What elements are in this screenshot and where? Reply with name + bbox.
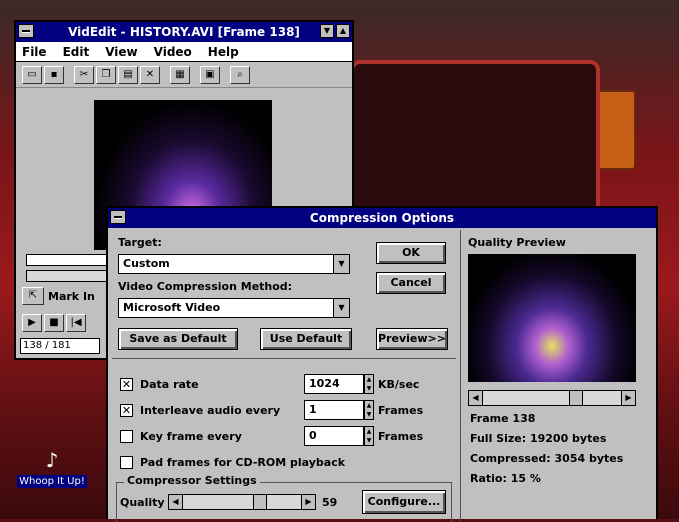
- play-icon[interactable]: ▶: [22, 314, 42, 332]
- system-menu-icon[interactable]: [110, 210, 126, 224]
- dialog-title-bar[interactable]: Compression Options: [108, 208, 656, 228]
- quality-preview-title: Quality Preview: [468, 236, 566, 249]
- zoom-icon[interactable]: ⌕: [230, 65, 250, 84]
- maximize-icon[interactable]: ▲: [336, 24, 350, 38]
- mark-row: ⇱ Mark In: [22, 286, 95, 306]
- method-value: Microsoft Video: [123, 301, 221, 314]
- preview-divider: [460, 230, 461, 521]
- save-icon[interactable]: ▪: [44, 65, 64, 84]
- quality-preview-image: [468, 254, 636, 382]
- videdit-toolbar: ▭ ▪ ✂ ❐ ▤ ✕ ▦ ▣ ⌕: [16, 62, 352, 88]
- quality-slider[interactable]: ◀ ▶: [168, 494, 316, 510]
- paste-icon[interactable]: ▤: [118, 65, 138, 84]
- pad-frames-label: Pad frames for CD-ROM playback: [140, 456, 346, 469]
- keyframe-checkbox[interactable]: [120, 430, 133, 443]
- desktop-icon-whoop[interactable]: ♪ Whoop It Up!: [12, 446, 92, 488]
- scroll-right-icon[interactable]: ▶: [621, 391, 635, 405]
- menu-help[interactable]: Help: [208, 45, 239, 59]
- cancel-button[interactable]: Cancel: [376, 272, 446, 294]
- data-rate-input[interactable]: 1024: [304, 374, 364, 394]
- interleave-spinner[interactable]: ▲ ▼: [364, 400, 374, 420]
- preview-scroll-thumb[interactable]: [569, 391, 583, 405]
- copy-icon[interactable]: ❐: [96, 65, 116, 84]
- interleave-checkbox[interactable]: ✕: [120, 404, 133, 417]
- preview-ratio: Ratio: 15 %: [470, 472, 541, 485]
- method-dropdown-icon[interactable]: ▼: [333, 299, 349, 317]
- interleave-label: Interleave audio every: [140, 404, 281, 417]
- mark-in-label: Mark In: [48, 289, 95, 303]
- scroll-left-icon[interactable]: ◀: [169, 495, 183, 509]
- menu-view[interactable]: View: [105, 45, 137, 59]
- window-frame-graphic: [350, 60, 600, 220]
- stop-icon[interactable]: ■: [44, 314, 64, 332]
- method-label: Video Compression Method:: [118, 280, 293, 293]
- quality-label: Quality: [120, 496, 165, 509]
- preview-compressed: Compressed: 3054 bytes: [470, 452, 624, 465]
- menu-edit[interactable]: Edit: [63, 45, 90, 59]
- delete-icon[interactable]: ✕: [140, 65, 160, 84]
- divider: [112, 358, 456, 359]
- data-rate-checkbox[interactable]: ✕: [120, 378, 133, 391]
- cut-icon[interactable]: ✂: [74, 65, 94, 84]
- compressor-settings-label: Compressor Settings: [124, 474, 260, 487]
- interleave-input[interactable]: 1: [304, 400, 364, 420]
- data-rate-unit: KB/sec: [378, 378, 420, 391]
- insert-icon[interactable]: ▦: [170, 65, 190, 84]
- keyframe-spinner[interactable]: ▲ ▼: [364, 426, 374, 446]
- system-menu-icon[interactable]: [18, 24, 34, 38]
- target-value: Custom: [123, 257, 170, 270]
- dialog-title: Compression Options: [309, 211, 455, 225]
- target-label: Target:: [118, 236, 162, 249]
- videdit-menubar: File Edit View Video Help: [16, 42, 352, 62]
- preview-frame: Frame 138: [470, 412, 536, 425]
- keyframe-unit: Frames: [378, 430, 424, 443]
- keyframe-input[interactable]: 0: [304, 426, 364, 446]
- scroll-left-icon[interactable]: ◀: [469, 391, 483, 405]
- target-select[interactable]: Custom ▼: [118, 254, 350, 274]
- interleave-unit: Frames: [378, 404, 424, 417]
- desktop-icon-label: Whoop It Up!: [17, 475, 87, 488]
- transport-controls: ▶ ■ |◀: [22, 314, 86, 332]
- save-default-button[interactable]: Save as Default: [118, 328, 238, 350]
- ok-button[interactable]: OK: [376, 242, 446, 264]
- preview-full-size: Full Size: 19200 bytes: [470, 432, 607, 445]
- data-rate-spinner[interactable]: ▲ ▼: [364, 374, 374, 394]
- menu-file[interactable]: File: [22, 45, 47, 59]
- videdit-title: VidEdit - HISTORY.AVI [Frame 138]: [68, 25, 300, 39]
- speaker-icon: ♪: [45, 448, 59, 472]
- crop-icon[interactable]: ▣: [200, 65, 220, 84]
- keyframe-label: Key frame every: [140, 430, 242, 443]
- data-rate-label: Data rate: [140, 378, 199, 391]
- minimize-icon[interactable]: ▼: [320, 24, 334, 38]
- use-default-button[interactable]: Use Default: [260, 328, 352, 350]
- quality-slider-thumb[interactable]: [253, 495, 267, 509]
- open-icon[interactable]: ▭: [22, 65, 42, 84]
- target-dropdown-icon[interactable]: ▼: [333, 255, 349, 273]
- configure-button[interactable]: Configure...: [362, 490, 446, 514]
- scroll-right-icon[interactable]: ▶: [301, 495, 315, 509]
- rewind-icon[interactable]: |◀: [66, 314, 86, 332]
- quality-value: 59: [322, 496, 338, 509]
- frame-counter: 138 / 181: [20, 338, 100, 354]
- method-select[interactable]: Microsoft Video ▼: [118, 298, 350, 318]
- settings-top-panel: Target: Custom ▼ Video Compression Metho…: [112, 230, 456, 354]
- preview-scrollbar[interactable]: ◀ ▶: [468, 390, 636, 406]
- menu-video[interactable]: Video: [154, 45, 192, 59]
- mark-icon[interactable]: ⇱: [22, 287, 44, 305]
- videdit-title-bar[interactable]: VidEdit - HISTORY.AVI [Frame 138] ▼ ▲: [16, 22, 352, 42]
- preview-button[interactable]: Preview>>: [376, 328, 448, 350]
- pad-frames-checkbox[interactable]: [120, 456, 133, 469]
- compression-dialog: Compression Options Target: Custom ▼ Vid…: [106, 206, 658, 522]
